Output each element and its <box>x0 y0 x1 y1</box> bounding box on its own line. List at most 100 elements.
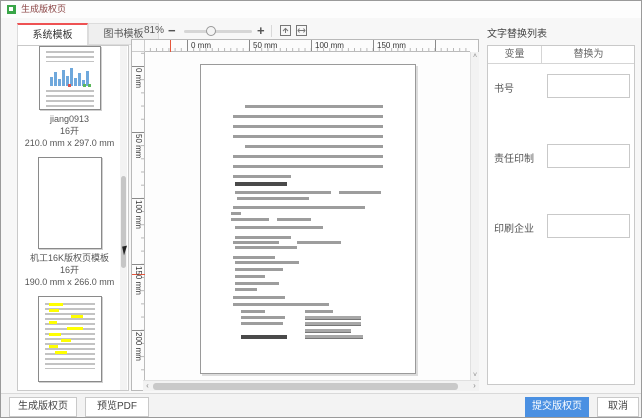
replace-input-book-number[interactable] <box>547 74 630 98</box>
horizontal-scrollbar[interactable]: ‹ › <box>143 380 479 391</box>
zoom-in-button[interactable]: + <box>257 23 265 38</box>
zoom-slider[interactable] <box>184 30 252 33</box>
page-text-line <box>231 212 241 215</box>
replace-row-book-number: 书号 <box>488 64 634 134</box>
page-text-line <box>233 206 365 209</box>
template-item-3[interactable] <box>18 296 121 382</box>
replace-input-printing-company[interactable] <box>547 214 630 238</box>
page-text-line <box>297 241 341 244</box>
page-text-line <box>305 322 361 326</box>
preview-canvas: 0 mm 50 mm 100 mm 150 mm 0 mm 50 mm 100 mm 150… <box>131 39 479 391</box>
generate-copyright-page-button[interactable]: 生成版权页 <box>9 397 77 417</box>
page-text-line <box>245 145 383 148</box>
yellow-highlight <box>67 327 83 330</box>
yellow-highlight <box>61 339 71 342</box>
yellow-highlight <box>55 351 67 354</box>
variable-label-printing-company: 印刷企业 <box>494 220 534 235</box>
scroll-left-arrow[interactable]: ‹ <box>143 381 152 391</box>
page-text-line <box>235 268 283 271</box>
page-text-line <box>233 125 383 128</box>
yellow-highlight <box>49 309 59 312</box>
page-text-line <box>233 155 383 158</box>
green-marker <box>88 84 91 87</box>
yellow-highlight <box>49 303 63 306</box>
column-variable: 变量 <box>488 46 542 64</box>
copyright-page-preview <box>200 64 416 374</box>
page-text-line <box>233 241 279 244</box>
fit-width-icon[interactable] <box>295 24 308 37</box>
variable-label-responsible-printer: 责任印制 <box>494 150 534 165</box>
zoom-level: 81% <box>144 25 164 36</box>
thumb-text-lines <box>45 303 95 369</box>
thumb-text-lines <box>46 90 94 110</box>
thumb-text-lines <box>46 51 94 62</box>
page-text-line <box>235 236 291 239</box>
preview-pdf-button[interactable]: 预览PDF <box>85 397 149 417</box>
template-list-panel: jiang091316开210.0 mm x 297.0 mm机工16K版权页模… <box>17 45 129 391</box>
yellow-highlight <box>49 333 61 336</box>
page-text-line <box>233 303 329 306</box>
column-replace-with: 替换为 <box>542 46 635 64</box>
toolbar-separator <box>271 25 272 37</box>
vruler-label: 100 mm <box>134 200 143 229</box>
yellow-highlight <box>49 345 58 348</box>
app-icon <box>7 5 16 14</box>
template-item-2[interactable]: 机工16K版权页模板16开190.0 mm x 266.0 mm <box>18 157 121 288</box>
fit-page-icon[interactable] <box>279 24 292 37</box>
page-text-line <box>241 316 285 319</box>
template-thumbnail-document-with-highlights[interactable] <box>38 296 102 382</box>
red-marker <box>68 84 71 87</box>
page-text-line <box>235 182 287 186</box>
thumb-bar-chart <box>50 64 92 86</box>
cancel-button[interactable]: 取消 <box>597 397 639 417</box>
vertical-scrollbar[interactable]: ˄ ˅ <box>470 52 479 380</box>
page-text-line <box>277 218 311 221</box>
template-thumbnail-blank-page[interactable] <box>38 157 102 249</box>
green-marker <box>83 84 86 87</box>
page-text-line <box>235 282 279 285</box>
zoom-out-button[interactable]: − <box>168 23 176 38</box>
zoom-slider-thumb[interactable] <box>206 26 216 36</box>
replace-row-printing-company: 印刷企业 <box>488 204 634 274</box>
vruler-label: 50 mm <box>134 134 143 158</box>
page-text-line <box>241 310 265 313</box>
page-text-line <box>235 226 323 229</box>
page-text-line <box>235 246 297 249</box>
scroll-right-arrow[interactable]: › <box>470 381 479 391</box>
yellow-highlight <box>49 321 57 324</box>
window-title: 生成版权页 <box>21 3 66 16</box>
scroll-up-arrow[interactable]: ˄ <box>471 52 479 61</box>
page-text-line <box>241 322 283 325</box>
titlebar: 生成版权页 <box>1 1 641 18</box>
horizontal-ruler: 0 mm50 mm100 mm150 mm <box>145 40 470 52</box>
page-text-line <box>305 310 333 313</box>
template-list-scrollbar[interactable] <box>120 46 127 390</box>
page-text-line <box>235 191 331 194</box>
submit-copyright-page-button[interactable]: 提交版权页 <box>525 397 589 417</box>
replace-input-responsible-printer[interactable] <box>547 144 630 168</box>
page-text-line <box>305 329 351 333</box>
page-text-line <box>235 261 299 264</box>
vertical-ruler: 0 mm 50 mm 100 mm 150 mm 200 mm <box>132 52 145 380</box>
vruler-label: 150 mm <box>134 266 143 295</box>
template-item-1[interactable]: jiang091316开210.0 mm x 297.0 mm <box>18 46 121 149</box>
document-viewport[interactable] <box>145 52 470 380</box>
replace-list-title: 文字替换列表 <box>487 25 547 40</box>
tab-system-templates[interactable]: 系统模板 <box>17 23 88 45</box>
hscroll-thumb[interactable] <box>153 383 458 390</box>
template-thumbnail-document-with-chart[interactable] <box>39 46 101 110</box>
page-text-line <box>305 335 363 339</box>
vruler-label: 0 mm <box>134 68 143 88</box>
vruler-label: 200 mm <box>134 332 143 361</box>
page-text-line <box>245 105 383 108</box>
hruler-label: 100 mm <box>315 41 344 50</box>
generate-copyright-page-dialog: 生成版权页 系统模板 图书模板 jiang091316开210.0 mm x 2… <box>0 0 642 418</box>
ruler-cursor-marker-x <box>170 40 171 52</box>
page-text-line <box>233 135 383 138</box>
replace-row-responsible-printer: 责任印制 <box>488 134 634 204</box>
ruler-corner <box>132 40 145 52</box>
hruler-label: 150 mm <box>377 41 406 50</box>
page-text-line <box>237 197 309 200</box>
scroll-down-arrow[interactable]: ˅ <box>471 371 479 380</box>
page-text-line <box>235 275 265 278</box>
